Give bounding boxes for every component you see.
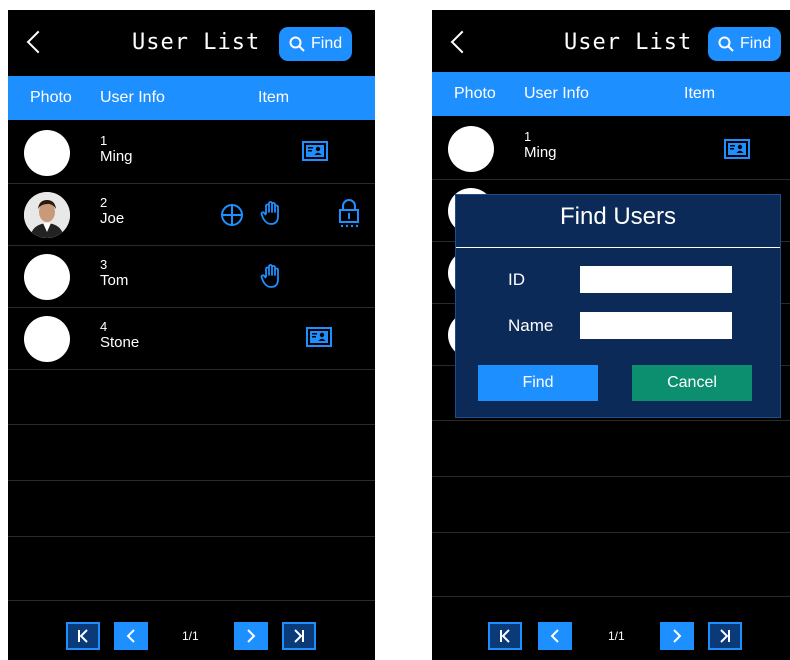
row-divider (8, 600, 375, 601)
face-icon (221, 204, 243, 226)
first-page-icon (78, 629, 88, 643)
user-row[interactable]: 2 Joe (8, 185, 375, 246)
row-divider (8, 424, 375, 425)
user-name: Ming (524, 144, 557, 161)
user-info: 2 Joe (100, 195, 124, 227)
next-page-button[interactable] (234, 622, 268, 650)
pagination: 1/1 (432, 622, 790, 652)
user-id: 2 (100, 195, 108, 210)
find-button[interactable]: Find (279, 27, 353, 61)
user-id: 1 (524, 129, 532, 144)
id-card-icon (306, 327, 332, 347)
search-icon (289, 36, 305, 52)
page-indicator: 1/1 (182, 629, 199, 643)
id-field[interactable] (580, 266, 732, 293)
dialog-cancel-button[interactable]: Cancel (632, 365, 752, 401)
last-page-icon (294, 629, 304, 643)
page-title: User List (132, 30, 261, 55)
palm-icon (260, 201, 279, 225)
chevron-right-icon (247, 629, 256, 643)
password-lock-icon (339, 199, 359, 228)
column-user-info: User Info (524, 85, 589, 102)
user-name: Tom (100, 272, 129, 289)
name-label: Name (508, 316, 554, 335)
user-name: Stone (100, 334, 140, 351)
user-name: Joe (100, 210, 125, 227)
user-list-screen: User List Find Photo User Info Item 1 Mi… (8, 10, 375, 660)
id-label: ID (508, 270, 525, 289)
find-users-dialog: Find Users ID Name Find Cancel (455, 194, 781, 418)
first-page-button[interactable] (66, 622, 100, 650)
user-row[interactable]: 1 Ming (8, 123, 375, 184)
first-page-button[interactable] (488, 622, 522, 650)
column-header: Photo User Info Item (432, 72, 790, 116)
user-row[interactable]: 4 Stone (8, 309, 375, 370)
find-button-label: Find (311, 35, 343, 52)
dialog-find-button[interactable]: Find (478, 365, 598, 401)
avatar-photo (24, 192, 70, 238)
palm-icon (260, 264, 279, 288)
dialog-divider (456, 247, 780, 248)
user-row[interactable]: 3 Tom (8, 247, 375, 308)
page-indicator: 1/1 (608, 629, 625, 643)
chevron-left-icon (550, 629, 559, 643)
user-list-screen-with-dialog: User List Find Photo User Info Item 1 Mi… (432, 10, 790, 660)
prev-page-button[interactable] (114, 622, 148, 650)
user-id: 3 (100, 257, 108, 272)
last-page-icon (720, 629, 730, 643)
user-id: 1 (100, 133, 108, 148)
user-info: 1 Ming (524, 129, 557, 161)
chevron-left-icon (126, 629, 135, 643)
row-divider (8, 480, 375, 481)
user-id: 4 (100, 319, 108, 334)
avatar (24, 130, 70, 176)
find-button[interactable]: Find (708, 27, 782, 61)
row-divider (432, 420, 790, 421)
row-divider (8, 536, 375, 537)
user-row[interactable]: 1 Ming (432, 119, 790, 180)
user-name: Ming (100, 148, 133, 165)
dialog-title: Find Users (559, 203, 677, 230)
id-card-icon (724, 139, 750, 159)
page-title: User List (564, 30, 693, 55)
prev-page-button[interactable] (538, 622, 572, 650)
avatar (24, 254, 70, 300)
back-arrow-icon[interactable] (450, 30, 474, 54)
header: User List Find (432, 10, 790, 76)
column-photo: Photo (30, 89, 72, 106)
column-header: Photo User Info Item (8, 76, 375, 120)
header: User List Find (8, 10, 375, 76)
pagination: 1/1 (8, 622, 375, 652)
user-info: 1 Ming (100, 133, 133, 165)
name-field[interactable] (580, 312, 732, 339)
avatar (24, 316, 70, 362)
person-photo-icon (24, 192, 70, 238)
search-icon (718, 36, 734, 52)
last-page-button[interactable] (282, 622, 316, 650)
user-info: 4 Stone (100, 319, 139, 351)
column-photo: Photo (454, 85, 496, 102)
row-divider (432, 596, 790, 597)
column-user-info: User Info (100, 89, 165, 106)
chevron-right-icon (673, 629, 682, 643)
row-divider (432, 532, 790, 533)
row-divider (432, 476, 790, 477)
id-card-icon (302, 141, 328, 161)
column-item: Item (684, 85, 716, 102)
avatar (448, 126, 494, 172)
column-item: Item (258, 89, 290, 106)
last-page-button[interactable] (708, 622, 742, 650)
user-info: 3 Tom (100, 257, 128, 289)
back-arrow-icon[interactable] (26, 30, 50, 54)
next-page-button[interactable] (660, 622, 694, 650)
first-page-icon (500, 629, 510, 643)
find-button-label: Find (740, 35, 772, 52)
